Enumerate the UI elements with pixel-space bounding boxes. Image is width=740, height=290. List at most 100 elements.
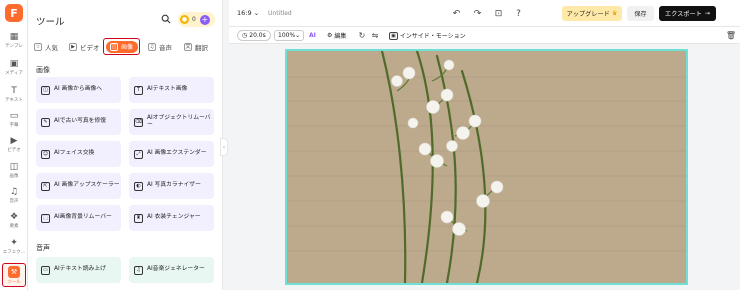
duration-value: 20.0s bbox=[249, 32, 266, 39]
tab-label: 翻訳 bbox=[195, 43, 208, 52]
redo-icon[interactable]: ↷ bbox=[472, 8, 483, 19]
video-icon: ▶ bbox=[10, 135, 18, 146]
upgrade-button[interactable]: アップグレード ♛ bbox=[562, 6, 622, 21]
rail-item-tools[interactable]: ⚒ ツール bbox=[2, 263, 26, 287]
rail-item-video[interactable]: ▶ ビデオ bbox=[0, 135, 28, 158]
search-icon[interactable] bbox=[161, 14, 171, 24]
edit-label: 編集 bbox=[334, 33, 347, 40]
save-button[interactable]: 保存 bbox=[627, 6, 654, 21]
canvas-toolbar: ◷ 20.0s 100% ⌄ AI ⚙ 編集 ↻ ⇋ ▣ インサイド・モーション… bbox=[229, 27, 740, 44]
canvas-image[interactable] bbox=[285, 49, 688, 285]
tool-card[interactable]: ⌫ AIオブジェクトリムーバー bbox=[129, 109, 214, 135]
credits-badge[interactable]: ● 0 + bbox=[178, 12, 215, 27]
tool-card-label: AIで古い写真を修復 bbox=[54, 118, 107, 125]
tool-card[interactable]: ⤢ AI 画像エクステンダー bbox=[129, 141, 214, 167]
chevron-down-icon: ⌄ bbox=[295, 32, 301, 39]
feedback-icon[interactable]: ⊡ bbox=[493, 8, 504, 19]
tab-label: 音声 bbox=[159, 43, 172, 52]
collapse-panel-handle[interactable]: ‹ bbox=[220, 138, 228, 156]
tab-label: 人気 bbox=[45, 43, 58, 52]
tool-card[interactable]: ⬚ AI画像背景リムーバー bbox=[36, 205, 121, 231]
rail-item-label: 音声 bbox=[9, 199, 19, 204]
trash-icon[interactable]: 🗑 bbox=[726, 30, 736, 41]
tab-translate[interactable]: 文 翻訳 bbox=[184, 38, 208, 55]
tool-card[interactable]: ◫ AI 画像から画像へ bbox=[36, 77, 121, 103]
rail-item-effects[interactable]: ✦ エフェク… bbox=[0, 237, 28, 260]
section-title-image: 画像 bbox=[36, 66, 50, 74]
left-rail: F ▦ テンプレ ▣ メディア T テキスト ▭ 字幕 ▶ ビデオ ◫ 画像 ♫… bbox=[0, 0, 28, 290]
help-icon[interactable]: ? bbox=[513, 8, 524, 19]
background-remover-icon: ⬚ bbox=[41, 213, 50, 223]
rail-item-audio[interactable]: ♫ 音声 bbox=[0, 186, 28, 209]
export-label: エクスポート bbox=[664, 11, 702, 18]
upgrade-label: アップグレード bbox=[566, 11, 610, 18]
outfit-icon: ♜ bbox=[134, 213, 143, 223]
image-icon: ◫ bbox=[9, 161, 19, 172]
arrow-right-icon: → bbox=[704, 10, 711, 17]
tool-card-label: AIオブジェクトリムーバー bbox=[147, 114, 211, 128]
tab-label: ビデオ bbox=[80, 43, 100, 52]
popular-icon: ☆ bbox=[34, 42, 42, 51]
aspect-ratio-select[interactable]: 16:9 ⌄ bbox=[237, 9, 259, 17]
rotate-icon[interactable]: ↻ bbox=[357, 30, 367, 41]
tab-image[interactable]: ◫ 画像 bbox=[103, 38, 140, 55]
tool-card[interactable]: ▭ AIテキスト読み上げ bbox=[36, 257, 121, 283]
tab-label: 画像 bbox=[120, 44, 133, 51]
tool-card-label: AI 画像エクステンダー bbox=[147, 150, 207, 157]
tool-card[interactable]: ✎ AIで古い写真を修復 bbox=[36, 109, 121, 135]
rail-item-text[interactable]: T テキスト bbox=[0, 85, 28, 108]
rail-item-templates[interactable]: ▦ テンプレ bbox=[0, 31, 28, 54]
chevron-down-icon: ⌄ bbox=[253, 9, 260, 17]
tool-card-label: AI画像背景リムーバー bbox=[54, 214, 112, 221]
tab-audio[interactable]: ♫ 音声 bbox=[148, 38, 172, 55]
rail-item-media[interactable]: ▣ メディア bbox=[0, 58, 28, 81]
tool-card-label: AI 衣装チェンジャー bbox=[147, 214, 201, 221]
tools-panel: ツール ● 0 + ☆ 人気 ▶ ビデオ ◫ 画像 ♫ 音声 文 翻訳 画像 ◫… bbox=[28, 0, 223, 290]
export-button[interactable]: エクスポート → bbox=[659, 6, 716, 21]
tool-card[interactable]: ♫ AI音楽ジェネレーター bbox=[129, 257, 214, 283]
text-icon: T bbox=[11, 85, 17, 96]
motion-button[interactable]: ▣ インサイド・モーション bbox=[389, 30, 466, 41]
ai-button[interactable]: AI bbox=[309, 30, 316, 41]
translate-icon: 文 bbox=[184, 42, 192, 51]
app-logo[interactable]: F bbox=[5, 4, 23, 22]
duration-button[interactable]: ◷ 20.0s bbox=[237, 30, 271, 41]
tab-video[interactable]: ▶ ビデオ bbox=[69, 38, 100, 55]
aspect-ratio-value: 16:9 bbox=[237, 9, 252, 17]
credits-count: 0 bbox=[192, 16, 196, 23]
document-title[interactable]: Untitled bbox=[268, 10, 292, 17]
tool-card-label: AI音楽ジェネレーター bbox=[147, 266, 205, 273]
rail-item-elements[interactable]: ❖ 要素 bbox=[0, 211, 28, 234]
music-generator-icon: ♫ bbox=[134, 265, 143, 275]
rail-item-label: ツール bbox=[7, 280, 21, 285]
rail-item-label: エフェク… bbox=[2, 250, 26, 255]
tool-card[interactable]: ⇱ AI 画像アップスケーラー bbox=[36, 173, 121, 199]
audio-icon: ♫ bbox=[9, 186, 19, 197]
rail-item-image[interactable]: ◫ 画像 bbox=[0, 161, 28, 184]
rail-item-captions[interactable]: ▭ 字幕 bbox=[0, 110, 28, 133]
rail-item-label: 字幕 bbox=[9, 123, 19, 128]
tool-card[interactable]: ◐ AI 写真カラナイザー bbox=[129, 173, 214, 199]
media-icon: ▣ bbox=[9, 58, 19, 69]
add-credits-icon[interactable]: + bbox=[199, 14, 210, 25]
tool-card-label: AI 写真カラナイザー bbox=[147, 182, 201, 189]
flip-icon[interactable]: ⇋ bbox=[370, 30, 380, 41]
zoom-select[interactable]: 100% ⌄ bbox=[274, 30, 305, 41]
wand-icon: ✎ bbox=[41, 117, 50, 127]
face-swap-icon: ☺ bbox=[41, 149, 50, 159]
tool-card-label: AIテキスト読み上げ bbox=[54, 266, 106, 273]
tool-card[interactable]: ♜ AI 衣装チェンジャー bbox=[129, 205, 214, 231]
elements-icon: ❖ bbox=[9, 211, 19, 222]
undo-icon[interactable]: ↶ bbox=[451, 8, 462, 19]
tool-card[interactable]: ☺ AIフェイス交換 bbox=[36, 141, 121, 167]
rail-item-label: 画像 bbox=[9, 174, 19, 179]
tool-card-label: AIテキスト画像 bbox=[147, 86, 188, 93]
tool-card-label: AI 画像アップスケーラー bbox=[54, 182, 120, 189]
section-title-audio: 音声 bbox=[36, 244, 50, 252]
tool-card[interactable]: T AIテキスト画像 bbox=[129, 77, 214, 103]
tools-icon: ⚒ bbox=[8, 266, 20, 278]
motion-icon: ▣ bbox=[389, 31, 398, 40]
colorize-icon: ◐ bbox=[134, 181, 143, 191]
tab-popular[interactable]: ☆ 人気 bbox=[34, 38, 58, 55]
edit-button[interactable]: ⚙ 編集 bbox=[327, 30, 346, 41]
